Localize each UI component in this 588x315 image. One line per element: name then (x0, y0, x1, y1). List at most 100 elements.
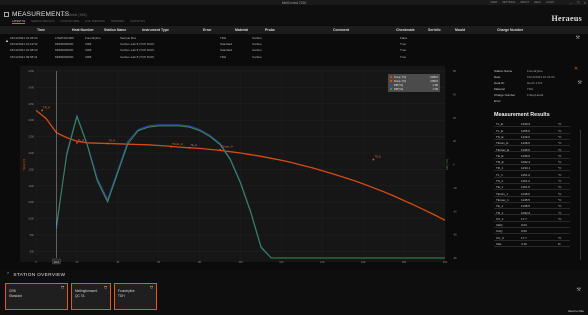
result-cell: 1138.0 (521, 153, 530, 158)
result-cell: 17.7 (521, 235, 527, 240)
col-header-instrument-type[interactable]: Instrument Type (142, 28, 169, 32)
col-header-time[interactable]: Time (37, 28, 45, 32)
legend-swatch (390, 84, 392, 86)
tools-icon[interactable]: ⚒ (576, 35, 580, 41)
col-header-seriello[interactable]: Seriello (428, 28, 441, 32)
minimize-button[interactable]: — (570, 1, 573, 5)
table-cell: False (400, 36, 408, 40)
result-cell: 1151.2 (521, 179, 530, 184)
chevron-up-icon[interactable]: ⌃ (6, 273, 10, 278)
table-cell: 15/12/2021 10:19:52 (10, 42, 38, 47)
link-user[interactable]: USER (490, 1, 497, 4)
tab-live-trending[interactable]: LIVE TRENDING (85, 20, 105, 24)
table-cell: CRB (85, 48, 92, 53)
y-tick-label: 1100 (28, 184, 34, 188)
x-tick-label: 80 (198, 260, 201, 264)
station-card-meltingfurnace1[interactable]: Meltingfurnace1 QC TA ⛉ (71, 283, 111, 310)
footer-brand: Electro-Nite (568, 309, 584, 313)
table-cell: Carbon (252, 36, 262, 40)
tab-latest-50[interactable]: LATEST 50 (12, 20, 26, 24)
table-cell: Carbon-Lab 8 (TCP RUP) (120, 48, 155, 53)
tab-search-results[interactable]: SEARCH RESULTS (31, 20, 54, 24)
result-cell: °C (558, 141, 562, 146)
table-row[interactable]: 15/12/2021 10:25:03 LSWKS21006 Foundryline… (0, 35, 480, 41)
probe-icon: ⛉ (150, 286, 153, 290)
marker-point (188, 146, 191, 149)
col-header-mould[interactable]: Mould (455, 28, 465, 32)
legend-value: -7.00 (432, 83, 438, 87)
result-cell: TL_E (496, 128, 504, 133)
col-header-material[interactable]: Material (235, 28, 248, 32)
marker-point (170, 145, 172, 148)
y-tick-label: 1350 (28, 102, 34, 106)
result-cell: % (558, 242, 561, 247)
y-tick-label: 950 (30, 233, 35, 237)
table-cell: 15/12/2021 10:08:03 (10, 48, 38, 53)
tab-statistics[interactable]: STATISTICS (130, 20, 145, 24)
marker-label: TSmin_H (172, 142, 183, 146)
station-card-foundryline[interactable]: Foundryline TDH ⛉ (114, 283, 157, 310)
col-header-charge-number[interactable]: Charge Number (497, 28, 523, 32)
result-cell: °C (558, 197, 562, 202)
result-cell: TEmax_E (496, 147, 510, 152)
result-cell: 0.00 (521, 229, 527, 234)
tab-trending[interactable]: TRENDING (111, 20, 125, 24)
x-tick-label: 180 (402, 260, 407, 264)
y2-tick-label: -20 (453, 186, 457, 190)
legend-value: -7.00 (432, 87, 438, 91)
col-header-station-name[interactable]: Station Name (104, 28, 126, 32)
y-tick-label: 1150 (28, 167, 34, 171)
station-card-crb[interactable]: CRB Standard ⛉ (5, 283, 68, 310)
result-cell: °C (558, 147, 562, 152)
col-header-error[interactable]: Error (203, 28, 212, 32)
x-tick-label: 100 (238, 260, 243, 264)
result-cell: °C (558, 191, 562, 196)
link-settings[interactable]: SETTINGS (502, 1, 515, 4)
table-cell: 15/12/2021 10:25:03 (10, 36, 38, 40)
result-cell: °C (558, 122, 562, 127)
brand-logo: Heraeus (551, 14, 582, 23)
wrench-icon[interactable]: ⚒ (578, 80, 582, 86)
result-cell: 1233.1 (521, 166, 531, 171)
close-panel-icon[interactable]: ✕ (574, 66, 578, 72)
marker-point (219, 148, 221, 151)
y-tick-label: 1000 (28, 217, 34, 221)
close-window-button[interactable]: ✕ (583, 1, 586, 5)
x-tick-label: 160 (361, 260, 366, 264)
results-scrollbar[interactable] (580, 130, 582, 260)
app-header: MEASUREMENTS Hot Metal (HM) Heraeus LATE… (0, 5, 588, 25)
result-cell: 1138.5 (521, 197, 530, 202)
link-login[interactable]: LOGIN (546, 1, 554, 4)
wrench-icon[interactable]: ⚒ (577, 287, 581, 293)
table-row[interactable]: 15/12/2021 10:08:03 MM00000000 CRB Carbon-L… (0, 47, 480, 53)
cursor-label: 10.2 (54, 260, 60, 264)
link-about[interactable]: ABOUT (520, 1, 529, 4)
marker-label: TE_H (190, 143, 197, 147)
y2-tick-label: 0 (453, 163, 455, 167)
result-cell: 0.03 (521, 223, 527, 228)
result-cell: TE_1 (496, 185, 504, 190)
legend-name: Temp. [°C] (394, 79, 406, 83)
table-row[interactable]: 15/12/2021 10:19:52 MM00000000 CRB Carbon-L… (0, 41, 480, 47)
result-cell: 1138.5 (521, 204, 530, 209)
link-help[interactable]: HELP (534, 1, 541, 4)
maximize-button[interactable]: ❐ (577, 1, 580, 5)
col-header-heat-number[interactable]: Heat Number (72, 28, 94, 32)
result-cell: 1092.2 (521, 160, 531, 165)
marker-point (41, 109, 44, 112)
chart-svg[interactable]: 9009501000105011001150120012501300135014… (20, 66, 469, 270)
col-header-comment[interactable]: Comment (333, 28, 349, 32)
result-cell: °C (558, 216, 562, 221)
result-cell: TE_1 (496, 204, 504, 209)
y2-tick-label: 20 (453, 139, 456, 143)
result-cell: °C (558, 134, 562, 139)
col-header-checkmate[interactable]: Checkmate (396, 28, 415, 32)
table-row[interactable]: 15/12/2021 09:58:21 MM00000000 CRB Carbon-L… (0, 54, 480, 60)
marker-label: TS_E (374, 155, 381, 159)
tab-custom-view[interactable]: CUSTOM VIEW (60, 20, 79, 24)
result-cell: CEQ (496, 223, 503, 228)
result-cell: 1138.0 (521, 147, 530, 152)
page-subtitle: Hot Metal (HM) (61, 13, 87, 17)
station-overview-header[interactable]: ⌃ STATION OVERVIEW (6, 273, 65, 278)
col-header-probe[interactable]: Probe (265, 28, 275, 32)
